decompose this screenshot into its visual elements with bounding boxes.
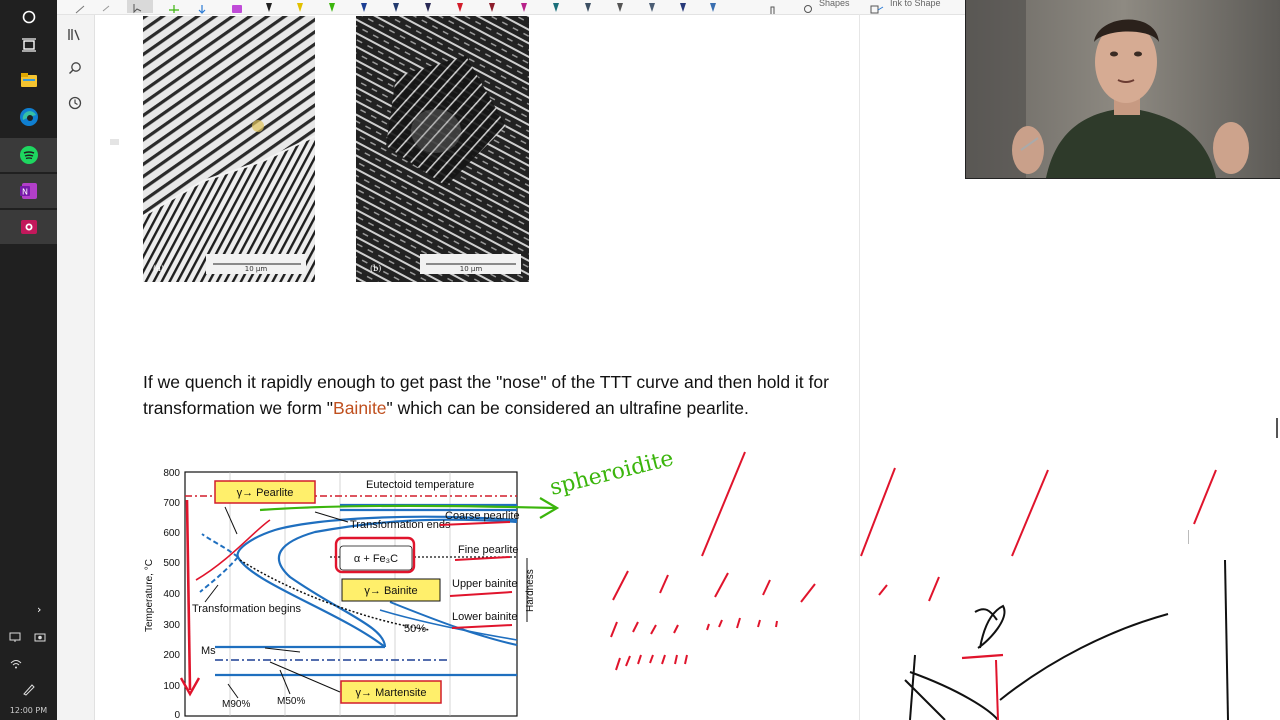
ink-to-shape-label[interactable]: Ink to Shape	[890, 0, 941, 8]
ttt-y-axis-label: Temperature, °C	[144, 559, 155, 632]
fine-pearlite-label: Fine pearlite	[458, 544, 519, 556]
webcam-app-icon[interactable]	[0, 210, 57, 244]
webcam-video-feed	[965, 0, 1280, 179]
onenote-navigation-strip	[57, 0, 95, 720]
edge-browser-icon[interactable]	[0, 100, 57, 134]
pen-navy-icon[interactable]	[423, 0, 433, 12]
pen-sky-icon[interactable]	[708, 0, 718, 12]
pen-magenta-icon[interactable]	[519, 0, 529, 12]
body-paragraph[interactable]: If we quench it rapidly enough to get pa…	[143, 370, 858, 421]
micrograph-b-label: (b)	[370, 264, 381, 273]
wifi-icon[interactable]	[10, 655, 22, 674]
pen-tray-icon[interactable]	[22, 681, 36, 700]
lamella-strokes-ink	[610, 451, 1217, 671]
phase-diagram-sketch-ink	[904, 559, 1229, 720]
eutectoid-label: Eutectoid temperature	[366, 479, 474, 491]
fifty-percent-label: 50%	[404, 623, 426, 635]
red-tick-ink	[961, 653, 1004, 660]
m90-label: M90%	[222, 699, 250, 710]
lasso-icon[interactable]	[75, 0, 87, 19]
pen-yellow-icon[interactable]	[295, 0, 305, 12]
ms-label: Ms	[201, 645, 216, 657]
paragraph-handle-icon[interactable]	[110, 131, 120, 150]
camera-tray-icon[interactable]	[34, 628, 46, 647]
pen-steel-icon[interactable]	[647, 0, 657, 12]
transformation-ends-label: Transformation ends	[350, 519, 451, 531]
lower-bainite-label: Lower bainite	[452, 611, 517, 623]
monitor-icon[interactable]	[9, 628, 21, 647]
pen-darkblue-icon[interactable]	[391, 0, 401, 12]
alpha-fe3c-label: α + Fe₃C	[354, 553, 398, 565]
pen-slate-icon[interactable]	[583, 0, 593, 12]
spotify-icon[interactable]	[0, 138, 57, 172]
ttt-y-ticks: 800 700 600 500 400 300 200 100 0	[163, 468, 180, 720]
page-right-margin-line	[859, 14, 860, 720]
pen-green-icon[interactable]	[327, 0, 337, 12]
y-tick-400: 400	[163, 589, 180, 600]
transformation-begins-label: Transformation begins	[192, 603, 302, 615]
windows-taskbar: N › 12:00 PM	[0, 0, 57, 720]
pearlite-box-label: γ→ Pearlite	[237, 487, 294, 499]
spheroidite-handwriting: spheroidite	[547, 446, 676, 501]
left-hand	[1012, 126, 1044, 174]
notebooks-library-icon[interactable]	[63, 22, 87, 46]
martensite-box-label: γ→ Martensite	[356, 687, 427, 699]
y-tick-0: 0	[174, 710, 180, 720]
micrograph-b-scale: 10 µm	[460, 265, 483, 273]
undo-icon[interactable]	[101, 0, 113, 19]
cursor-highlight	[252, 120, 264, 132]
pen-indigo-icon[interactable]	[678, 0, 688, 12]
y-tick-500: 500	[163, 558, 180, 569]
micrograph-a: (a) 10 µm	[143, 16, 315, 282]
draw-ribbon: Shapes Ink to Shape	[57, 0, 965, 15]
touch-draw-icon[interactable]	[767, 0, 779, 19]
search-icon[interactable]	[63, 56, 87, 80]
pen-teal-icon[interactable]	[551, 0, 561, 12]
shapes-icon[interactable]	[802, 0, 814, 19]
file-explorer-icon[interactable]	[0, 63, 57, 97]
scrollbar-thumb[interactable]	[1276, 418, 1278, 438]
pen-gray-icon[interactable]	[615, 0, 625, 12]
taskbar-clock[interactable]: 12:00 PM	[0, 706, 57, 720]
chevron-right-icon[interactable]: ›	[37, 603, 41, 616]
pen-black-icon[interactable]	[264, 0, 274, 12]
pen-red-icon[interactable]	[455, 0, 465, 12]
bainite-box-label: γ→ Bainite	[364, 585, 417, 597]
y-tick-700: 700	[163, 498, 180, 509]
pen-darkred-icon[interactable]	[487, 0, 497, 12]
ink-to-shape-icon[interactable]	[870, 0, 884, 19]
y-tick-200: 200	[163, 650, 180, 661]
upper-bainite-label: Upper bainite	[452, 578, 517, 590]
coarse-pearlite-label: Coarse pearlite	[445, 510, 520, 522]
m50-label: M50%	[277, 696, 305, 707]
text-cursor-mark	[1188, 530, 1189, 544]
y-tick-100: 100	[163, 681, 180, 692]
paragraph-text-after: " which can be considered an ultrafine p…	[386, 397, 749, 418]
bainite-highlight-word: Bainite	[333, 397, 387, 418]
ttt-diagram: 800 700 600 500 400 300 200 100 0 Temper…	[144, 468, 536, 720]
svg-text:N: N	[22, 188, 28, 197]
micrograph-a-label: (a)	[153, 264, 164, 273]
pen-blue-icon[interactable]	[359, 0, 369, 12]
onenote-icon[interactable]: N	[0, 174, 57, 208]
y-tick-600: 600	[163, 528, 180, 539]
recent-clock-icon[interactable]	[63, 91, 87, 115]
shapes-label[interactable]: Shapes	[819, 0, 850, 8]
micrograph-b: (b) 10 µm	[356, 16, 529, 282]
y-tick-800: 800	[163, 468, 180, 479]
select-tool-button[interactable]	[127, 0, 153, 14]
right-hand	[1213, 122, 1249, 174]
task-view-icon[interactable]	[0, 28, 57, 62]
y-tick-300: 300	[163, 620, 180, 631]
micrograph-a-scale: 10 µm	[245, 265, 268, 273]
